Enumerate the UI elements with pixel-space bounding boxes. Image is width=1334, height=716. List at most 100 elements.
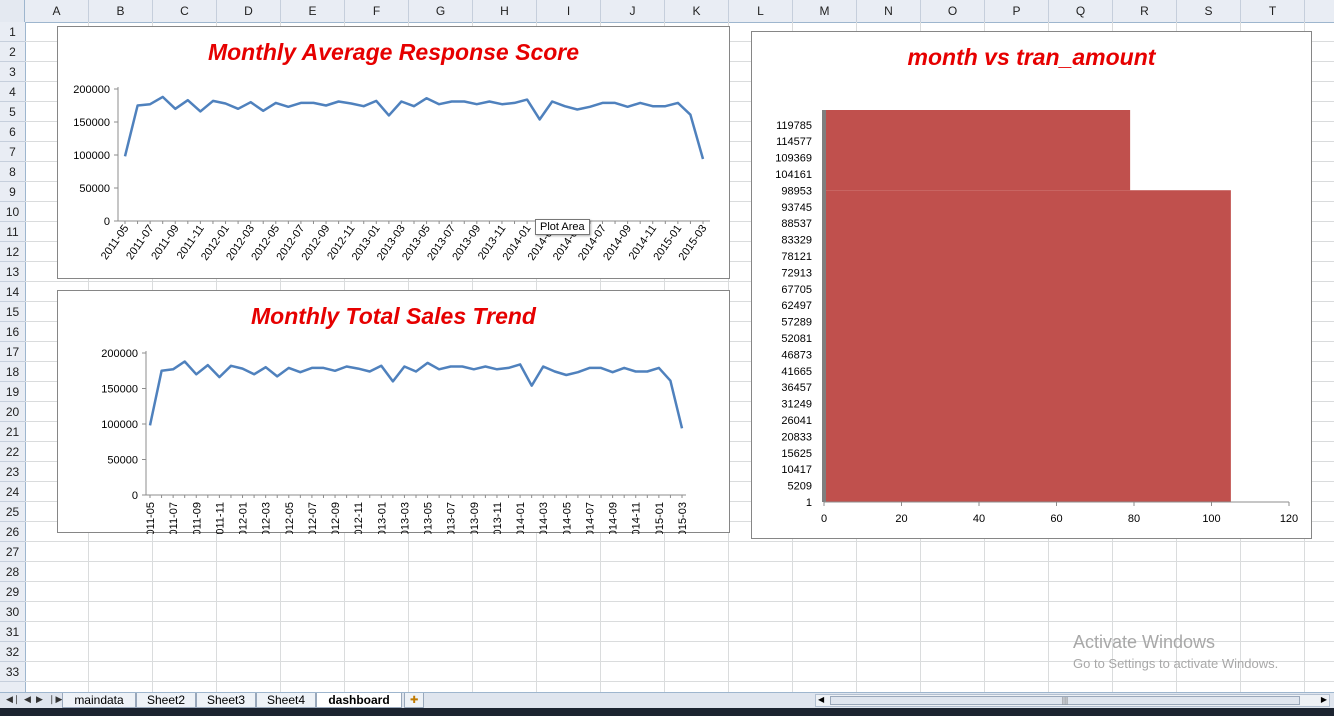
row-header[interactable]: 7 <box>0 142 25 162</box>
y-tick-label: 100000 <box>101 419 138 431</box>
column-header[interactable]: L <box>729 0 793 22</box>
row-header[interactable]: 3 <box>0 62 25 82</box>
scroll-right-arrow-icon[interactable]: ▶ <box>1321 695 1327 704</box>
plot-area-tooltip: Plot Area <box>535 219 590 235</box>
row-header[interactable]: 21 <box>0 422 25 442</box>
y-tick-label: 52081 <box>781 333 812 345</box>
y-tick-label: 57289 <box>781 317 812 329</box>
row-header[interactable]: 22 <box>0 442 25 462</box>
column-header[interactable]: A <box>25 0 89 22</box>
row-header[interactable]: 14 <box>0 282 25 302</box>
column-header[interactable]: N <box>857 0 921 22</box>
row-header[interactable]: 30 <box>0 602 25 622</box>
select-all-corner[interactable] <box>0 0 25 22</box>
x-tick-label: 2012-07 <box>307 502 319 534</box>
row-header[interactable]: 6 <box>0 122 25 142</box>
y-tick-label: 119785 <box>776 120 812 132</box>
x-tick-label: 2013-01 <box>376 502 388 534</box>
row-header[interactable]: 12 <box>0 242 25 262</box>
column-header[interactable]: C <box>153 0 217 22</box>
column-header[interactable]: G <box>409 0 473 22</box>
sheet-tab-sheet4[interactable]: Sheet4 <box>256 693 316 708</box>
gridline <box>25 581 1334 582</box>
row-header[interactable]: 11 <box>0 222 25 242</box>
column-header[interactable]: S <box>1177 0 1241 22</box>
column-header[interactable]: R <box>1113 0 1177 22</box>
row-header[interactable]: 20 <box>0 402 25 422</box>
row-header[interactable]: 23 <box>0 462 25 482</box>
y-tick-label: 50000 <box>107 455 138 467</box>
row-header[interactable]: 9 <box>0 182 25 202</box>
column-header[interactable]: E <box>281 0 345 22</box>
row-header[interactable]: 2 <box>0 42 25 62</box>
column-header[interactable]: I <box>537 0 601 22</box>
row-header[interactable]: 32 <box>0 642 25 662</box>
sheet-tab-sheet2[interactable]: Sheet2 <box>136 693 196 708</box>
column-header[interactable]: P <box>985 0 1049 22</box>
row-header[interactable]: 10 <box>0 202 25 222</box>
column-header[interactable]: H <box>473 0 537 22</box>
y-tick-label: 67705 <box>781 284 812 296</box>
x-tick-label: 100 <box>1202 513 1220 525</box>
row-header[interactable]: 16 <box>0 322 25 342</box>
column-header[interactable]: M <box>793 0 857 22</box>
line-chart-svg: 0500001000001500002000002011-052011-0720… <box>73 84 710 263</box>
x-tick-label: 60 <box>1050 513 1062 525</box>
last-sheet-arrow-icon[interactable]: ❘▶ <box>48 694 62 705</box>
row-header[interactable]: 8 <box>0 162 25 182</box>
y-tick-label: 83329 <box>781 235 812 247</box>
row-header[interactable]: 18 <box>0 362 25 382</box>
column-header[interactable]: K <box>665 0 729 22</box>
chart-month-vs-tran-amount[interactable]: month vs tran_amount 1 5209 10417 15625 2083… <box>751 31 1312 539</box>
x-tick-label: 2015-01 <box>654 502 666 534</box>
scrollbar-thumb[interactable]: ||| <box>830 696 1300 705</box>
column-header[interactable]: T <box>1241 0 1305 22</box>
next-sheet-arrow-icon[interactable]: ▶ <box>36 694 43 705</box>
bar-band <box>824 190 1231 502</box>
y-tick-label: 1 <box>806 497 812 509</box>
column-header[interactable]: F <box>345 0 409 22</box>
row-header[interactable]: 33 <box>0 662 25 682</box>
prev-sheet-arrow-icon[interactable]: ◀ <box>24 694 31 705</box>
gridline <box>25 561 1334 562</box>
column-header[interactable]: D <box>217 0 281 22</box>
row-header[interactable]: 1 <box>0 22 25 42</box>
chart-monthly-total-sales-trend[interactable]: Monthly Total Sales Trend 0 50000 100000 15… <box>57 290 730 534</box>
row-header[interactable]: 15 <box>0 302 25 322</box>
x-tick-label: 2011-05 <box>145 502 157 534</box>
y-tick-label: 200000 <box>101 348 138 360</box>
first-sheet-arrow-icon[interactable]: ◀❘ <box>6 694 20 705</box>
scroll-left-arrow-icon[interactable]: ◀ <box>818 695 824 704</box>
row-header[interactable]: 25 <box>0 502 25 522</box>
row-header[interactable]: 17 <box>0 342 25 362</box>
row-header[interactable]: 13 <box>0 262 25 282</box>
worksheet-grid[interactable]: Monthly Average Response Score 0 50000 100… <box>25 22 1334 692</box>
row-header[interactable]: 31 <box>0 622 25 642</box>
column-header[interactable]: O <box>921 0 985 22</box>
y-tick-label: 50000 <box>79 183 110 195</box>
row-header[interactable]: 26 <box>0 522 25 542</box>
y-tick-label: 104161 <box>775 169 812 181</box>
y-tick-label: 26041 <box>781 415 812 427</box>
row-header[interactable]: 19 <box>0 382 25 402</box>
column-header[interactable]: B <box>89 0 153 22</box>
row-header[interactable]: 29 <box>0 582 25 602</box>
row-header[interactable]: 24 <box>0 482 25 502</box>
column-header[interactable]: J <box>601 0 665 22</box>
row-header[interactable]: 28 <box>0 562 25 582</box>
line-chart-svg: 0500001000001500002000002011-052011-0720… <box>101 348 689 534</box>
x-tick-label: 2011-07 <box>168 502 180 534</box>
column-header[interactable]: Q <box>1049 0 1113 22</box>
chart-monthly-average-response-score[interactable]: Monthly Average Response Score 0 50000 100… <box>57 26 730 279</box>
sheet-tab-sheet3[interactable]: Sheet3 <box>196 693 256 708</box>
row-header[interactable]: 27 <box>0 542 25 562</box>
watermark-title: Activate Windows <box>1073 632 1216 652</box>
x-tick-label: 2012-11 <box>353 502 365 534</box>
sheet-tab-dashboard[interactable]: dashboard <box>316 693 402 708</box>
row-header[interactable]: 5 <box>0 102 25 122</box>
x-tick-label: 2014-09 <box>608 502 620 534</box>
row-header[interactable]: 4 <box>0 82 25 102</box>
sheet-tab-maindata[interactable]: maindata <box>62 693 136 708</box>
horizontal-scrollbar[interactable]: ◀ ||| ▶ <box>815 694 1330 707</box>
insert-sheet-icon[interactable]: ✚ <box>404 693 425 708</box>
